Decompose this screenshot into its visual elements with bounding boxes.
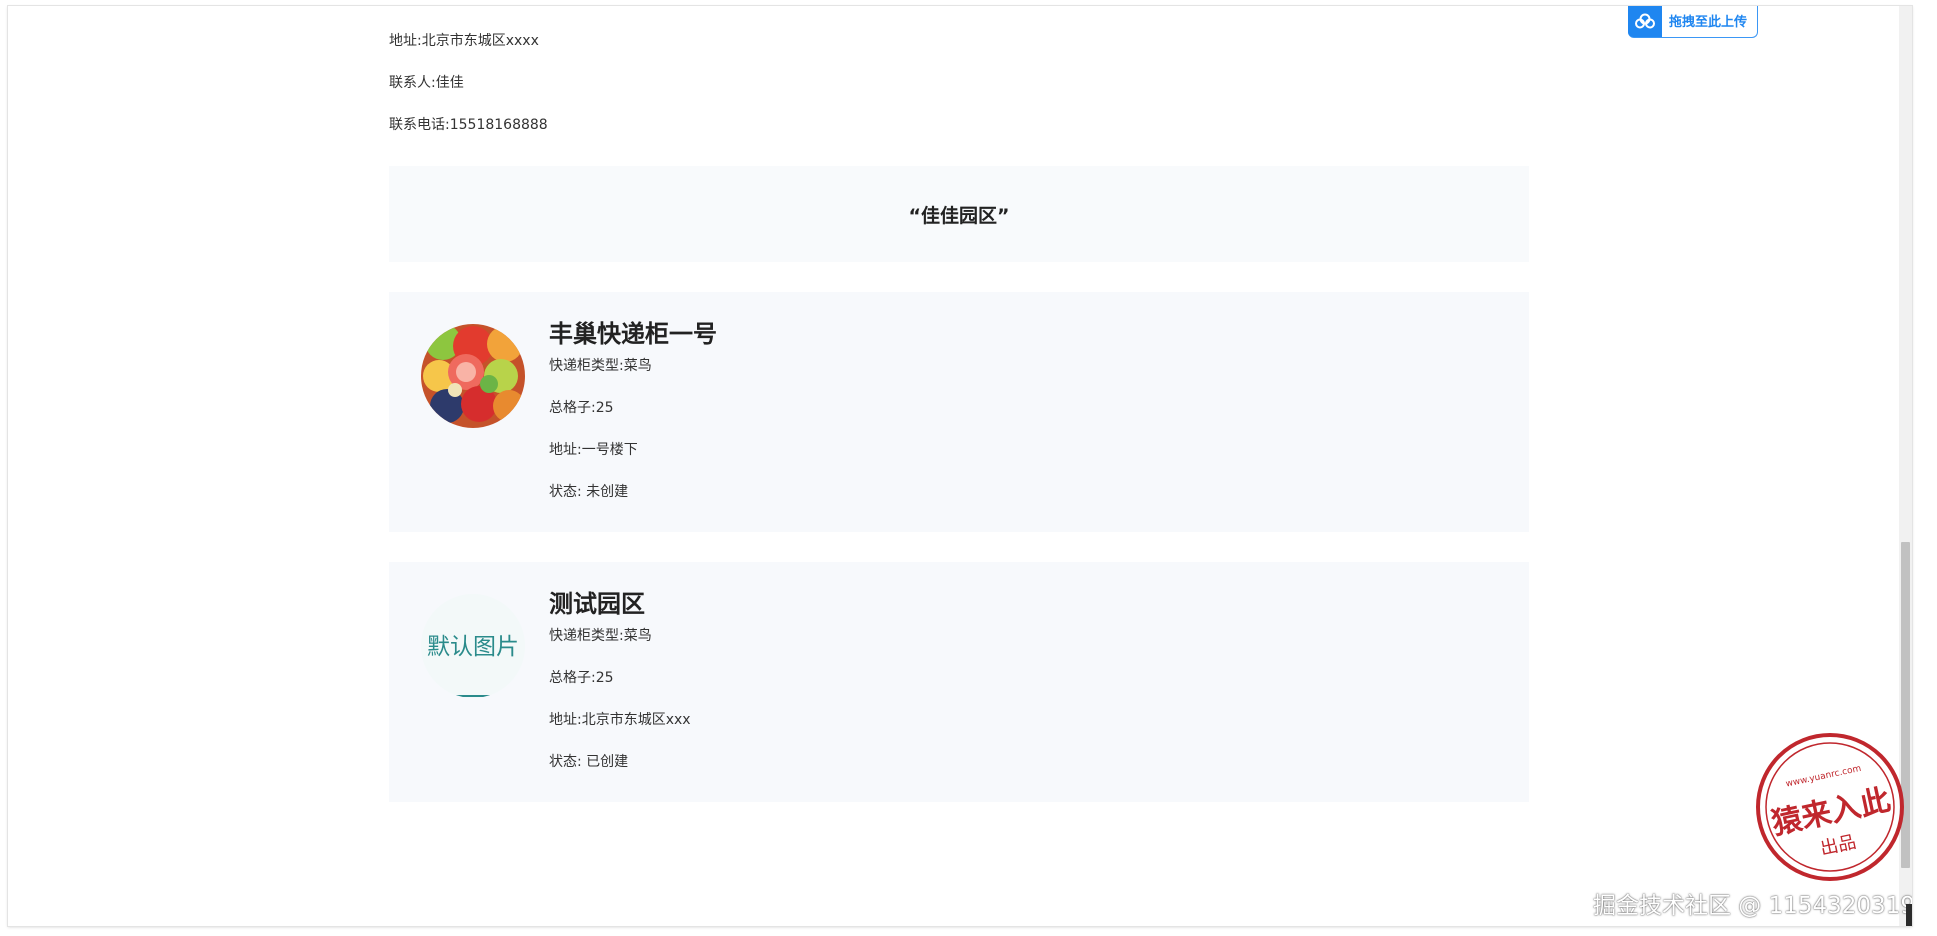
page-frame: 地址:北京市东城区xxxx 联系人:佳佳 联系电话:15518168888 拖拽… xyxy=(8,6,1912,926)
locker-type: 快递柜类型:菜鸟 xyxy=(549,628,652,644)
svg-text:www.yuanrc.com: www.yuanrc.com xyxy=(1785,764,1862,790)
locker-name: 丰巢快递柜一号 xyxy=(549,320,717,348)
park-title: “佳佳园区” xyxy=(908,204,1010,227)
locker-card[interactable]: 丰巢快递柜一号 快递柜类型:菜鸟 总格子:25 地址:一号楼下 状态: 未创建 xyxy=(389,292,1529,532)
locker-card[interactable]: 默认图片 测试园区 快递柜类型:菜鸟 总格子:25 地址:北京市东城区xxx 状… xyxy=(389,562,1529,802)
watermark-text: 掘金技术社区 @ 1154320319 xyxy=(1593,893,1912,919)
locker-status: 状态: 已创建 xyxy=(549,754,629,770)
svg-text:出品: 出品 xyxy=(1818,832,1858,860)
address-text: 地址:北京市东城区xxxx xyxy=(389,33,539,49)
default-image: 默认图片 xyxy=(421,594,525,698)
cloud-upload-icon xyxy=(1628,6,1662,37)
contact-text: 联系人:佳佳 xyxy=(389,75,464,91)
locker-slots: 总格子:25 xyxy=(549,400,614,416)
default-image-text: 默认图片 xyxy=(427,634,519,660)
locker-status: 状态: 未创建 xyxy=(549,484,629,500)
phone-text: 联系电话:15518168888 xyxy=(389,117,548,133)
locker-name: 测试园区 xyxy=(549,590,645,618)
locker-slots: 总格子:25 xyxy=(549,670,614,686)
locker-address: 地址:北京市东城区xxx xyxy=(549,712,691,728)
svg-text:猿来入此: 猿来入此 xyxy=(1769,783,1894,842)
drag-upload-button[interactable]: 拖拽至此上传 xyxy=(1628,6,1758,38)
stamp-logo: www.yuanrc.com 猿来入此 出品 xyxy=(1753,730,1908,885)
locker-type: 快递柜类型:菜鸟 xyxy=(549,358,652,374)
park-title-panel: “佳佳园区” xyxy=(389,166,1529,262)
locker-address: 地址:一号楼下 xyxy=(549,442,638,458)
upload-label: 拖拽至此上传 xyxy=(1669,15,1748,30)
scroll-corner-icon[interactable] xyxy=(1906,904,1912,926)
fruit-image xyxy=(421,324,525,428)
